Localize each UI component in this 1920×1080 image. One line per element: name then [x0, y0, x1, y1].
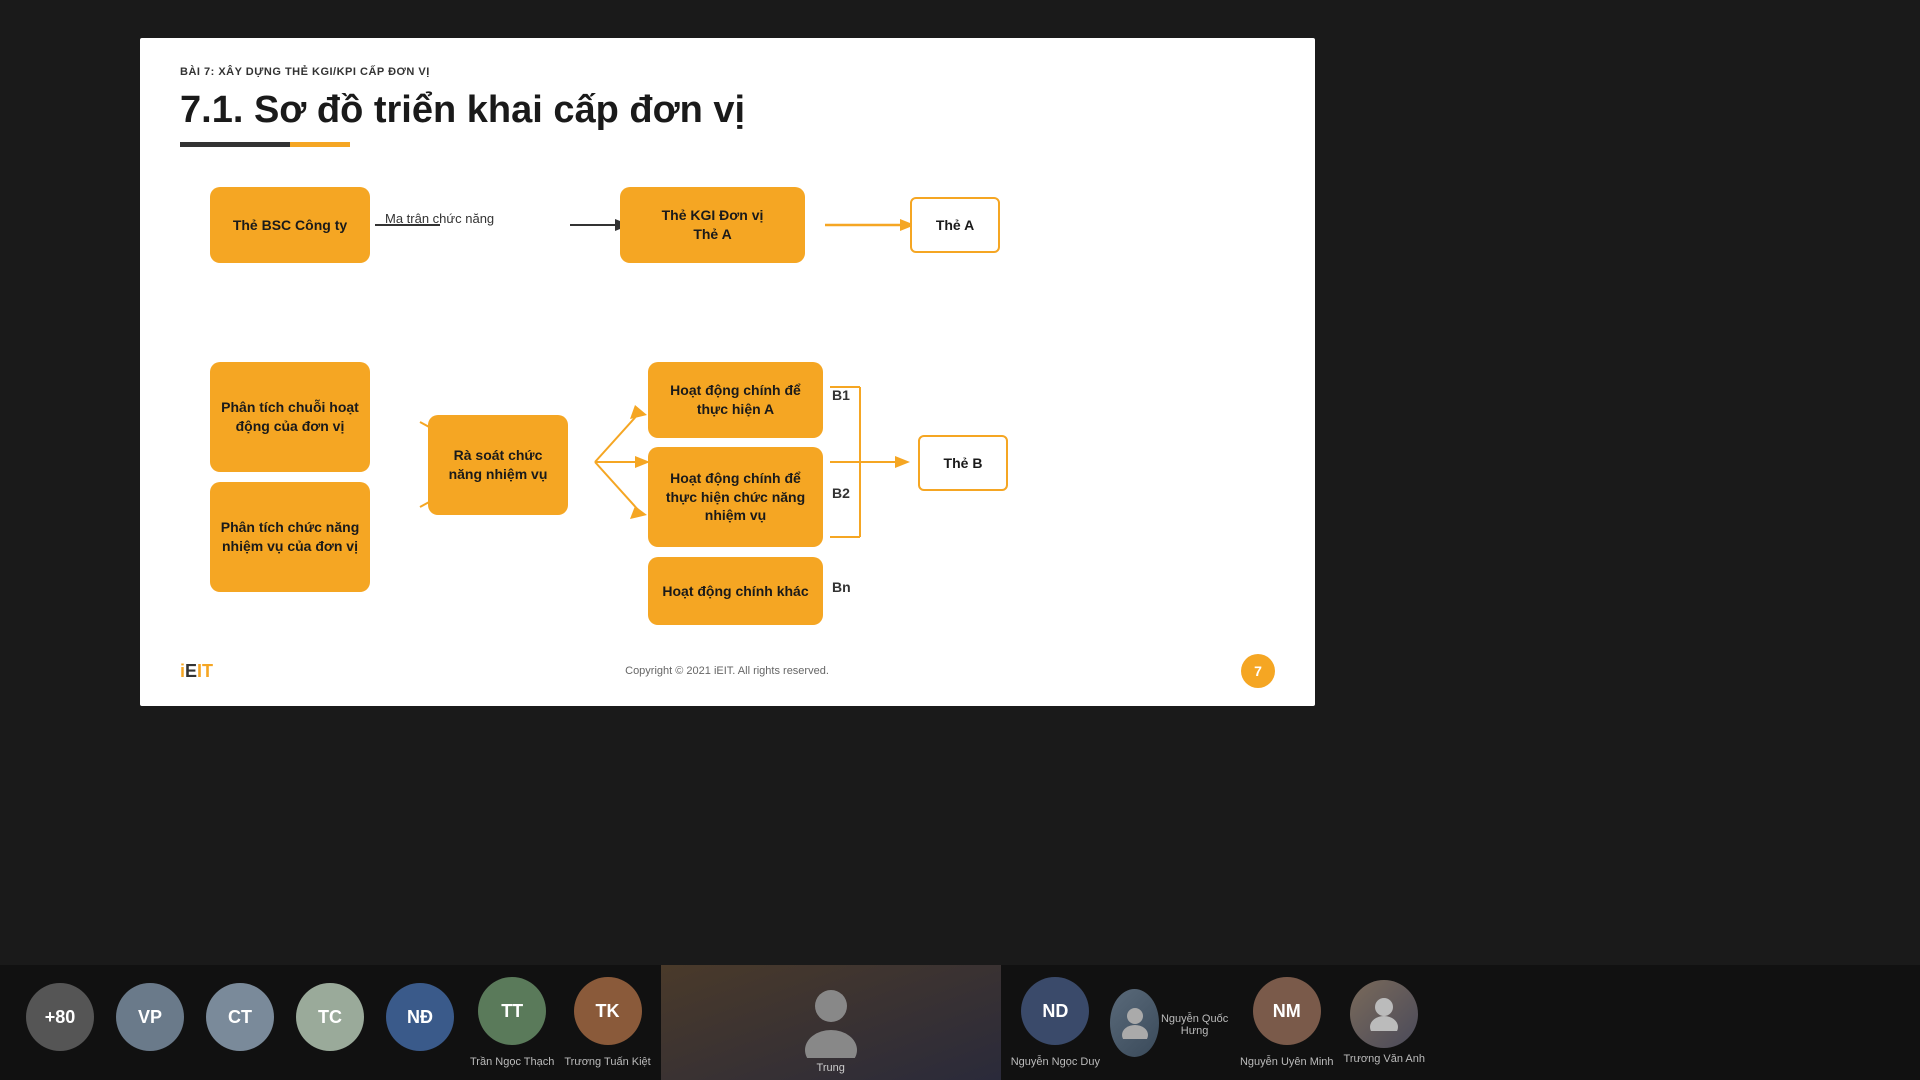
participants-bar: +80 VP CT TC NĐ TT Trần Ngọc Thạch TK Tr… [0, 965, 1920, 1080]
ieit-logo: iEIT [180, 661, 213, 682]
avatar-nqh [1110, 989, 1159, 1057]
avatar-tk: TK [574, 977, 642, 1045]
bsc-box: Thẻ BSC Công ty [210, 187, 370, 263]
avatar-vp: VP [116, 983, 184, 1051]
slide-title: 7.1. Sơ đồ triển khai cấp đơn vị [180, 88, 1275, 134]
part-name-tk: Trương Tuấn Kiệt [564, 1056, 650, 1068]
avatar-nd2: ND [1021, 977, 1089, 1045]
participant-nd2[interactable]: ND Nguyễn Ngọc Duy [1011, 977, 1100, 1068]
the-a-box: Thẻ A [910, 197, 1000, 253]
hdchinh-chucnang-box: Hoạt động chính để thực hiện chức năng n… [648, 447, 823, 547]
kgi-box: Thẻ KGI Đơn vịThẻ A [620, 187, 805, 263]
b1-label: B1 [832, 387, 850, 403]
part-name-tt: Trần Ngọc Thạch [470, 1056, 554, 1068]
slide: BÀI 7: XÂY DỰNG THẺ KGI/KPI CẤP ĐƠN VỊ 7… [140, 38, 1315, 706]
matrix-label: Ma trận chức năng [385, 211, 494, 226]
participant-tt[interactable]: TT Trần Ngọc Thạch [470, 977, 554, 1068]
avatar-tc: TC [296, 983, 364, 1051]
diagram: Thẻ BSC Công ty Ma trận chức năng Thẻ KG… [180, 167, 1275, 627]
page-number: 7 [1241, 654, 1275, 688]
avatar-more: +80 [26, 983, 94, 1051]
hdchinh-chucnang-text: Hoạt động chính để thực hiện chức năng n… [658, 469, 813, 524]
participant-more[interactable]: +80 [20, 983, 100, 1062]
part-name-nqh: Nguyễn Quốc Hưng [1159, 1013, 1230, 1037]
participant-tc[interactable]: TC [290, 983, 370, 1062]
avatar-nd: NĐ [386, 983, 454, 1051]
phan-tich-chuc-text: Phân tích chức năng nhiệm vụ của đơn vị [220, 518, 360, 554]
underline-orange [290, 142, 350, 147]
ra-soat-text: Rà soát chức năng nhiệm vụ [438, 446, 558, 482]
underline-black [180, 142, 290, 147]
part-name-tva: Trương Văn Anh [1344, 1053, 1425, 1065]
participant-vp[interactable]: VP [110, 983, 190, 1062]
hdchinh-a-box: Hoạt động chính để thực hiện A [648, 362, 823, 438]
part-name-nm: Nguyễn Uyên Minh [1240, 1056, 1334, 1068]
hdchinh-khac-text: Hoạt động chính khác [662, 582, 808, 600]
video-participant-main[interactable]: Trung [661, 965, 1001, 1080]
bn-label: Bn [832, 579, 851, 595]
ra-soat-box: Rà soát chức năng nhiệm vụ [428, 415, 568, 515]
avatar-tt: TT [478, 977, 546, 1045]
nqh-silhouette [1121, 1007, 1149, 1039]
phan-tich-chuc-box: Phân tích chức năng nhiệm vụ của đơn vị [210, 482, 370, 592]
part-name-nd2: Nguyễn Ngọc Duy [1011, 1056, 1100, 1068]
slide-footer: iEIT Copyright © 2021 iEIT. All rights r… [180, 654, 1275, 688]
the-b-box: Thẻ B [918, 435, 1008, 491]
participant-nm[interactable]: NM Nguyễn Uyên Minh [1240, 977, 1334, 1068]
phan-tich-chuoi-box: Phân tích chuỗi hoạt động của đơn vị [210, 362, 370, 472]
participant-tva[interactable]: Trương Văn Anh [1344, 980, 1425, 1065]
participant-tk[interactable]: TK Trương Tuấn Kiệt [564, 977, 650, 1068]
hdchinh-a-text: Hoạt động chính để thực hiện A [658, 381, 813, 417]
avatar-nm: NM [1253, 977, 1321, 1045]
avatar-ct: CT [206, 983, 274, 1051]
participant-nd[interactable]: NĐ [380, 983, 460, 1062]
b2-label: B2 [832, 485, 850, 501]
tva-silhouette [1369, 997, 1399, 1031]
footer-copyright: Copyright © 2021 iEIT. All rights reserv… [625, 665, 829, 677]
kgi-box-text: Thẻ KGI Đơn vịThẻ A [662, 206, 764, 242]
slide-subtitle: BÀI 7: XÂY DỰNG THẺ KGI/KPI CẤP ĐƠN VỊ [180, 66, 1275, 78]
part-name-video: Trung [817, 1062, 845, 1074]
title-underline [180, 142, 1275, 147]
hdchinh-khac-box: Hoạt động chính khác [648, 557, 823, 625]
avatar-tva [1350, 980, 1418, 1048]
phan-tich-chuoi-text: Phân tích chuỗi hoạt động của đơn vị [220, 398, 360, 434]
person-silhouette [801, 988, 861, 1058]
participant-ct[interactable]: CT [200, 983, 280, 1062]
participant-nqh[interactable]: Nguyễn Quốc Hưng [1110, 973, 1230, 1073]
